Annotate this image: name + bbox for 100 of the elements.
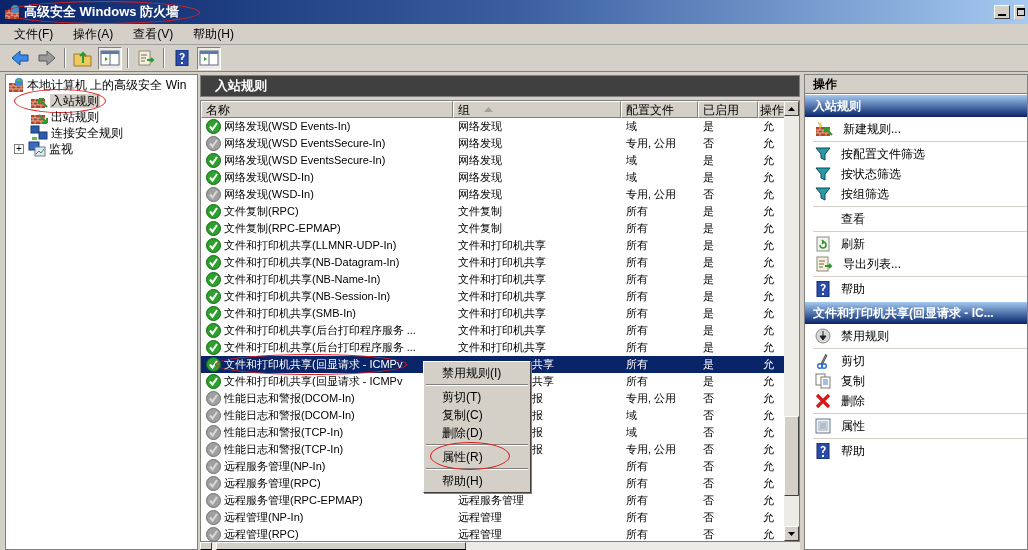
table-cell-text: 网络发现 <box>458 153 502 169</box>
table-cell-text: 所有 <box>626 374 648 390</box>
table-cell-text: 共享 <box>532 357 554 373</box>
table-cell-text: 允 <box>763 238 774 254</box>
table-cell-text: 文件复制(RPC-EPMAP) <box>224 221 341 237</box>
table-cell-text: 允 <box>763 323 774 339</box>
table-cell-text: 否 <box>703 476 714 492</box>
column-label: 已启用 <box>703 102 739 117</box>
table-cell-text: 所有 <box>626 272 648 288</box>
table-cell-text: 允 <box>763 289 774 305</box>
table-cell-text: 所有 <box>626 204 648 220</box>
table-cell-text: 专用, 公用 <box>626 136 677 152</box>
table-cell-text: 允 <box>763 221 774 237</box>
table-cell-text: 域 <box>626 425 637 441</box>
table-cell-text: 文件和打印机共享 <box>458 272 546 288</box>
table-cell-text: 网络发现(WSD-In) <box>224 187 314 203</box>
table-cell-text: 网络发现(WSD EventsSecure-In) <box>224 136 386 152</box>
table-cell-text: 域 <box>626 170 637 186</box>
table-cell-text: 允 <box>763 153 774 169</box>
table-cell-text: 是 <box>703 289 714 305</box>
table-cell-text: 所有 <box>626 255 648 271</box>
table-cell-text: 是 <box>703 238 714 254</box>
table-cell-text: 否 <box>703 459 714 475</box>
table-cell-text: 远程管理(NP-In) <box>224 510 304 526</box>
table-cell-text: 报 <box>532 391 543 407</box>
table-cell-text: 所有 <box>626 221 648 237</box>
table-cell-text: 允 <box>763 476 774 492</box>
table-cell-text: 是 <box>703 204 714 220</box>
table-cell-text: 文件和打印机共享(NB-Name-In) <box>224 272 381 288</box>
table-cell-text: 否 <box>703 510 714 526</box>
table-cell-text: 允 <box>763 340 774 356</box>
table-cell-text: 允 <box>763 187 774 203</box>
table-cell-text: 专用, 公用 <box>626 442 677 458</box>
table-cell-text: 文件和打印机共享(后台打印程序服务 ... <box>224 340 416 356</box>
table-cell-text: 所有 <box>626 459 648 475</box>
table-cell-text: 允 <box>763 306 774 322</box>
table-cell-text: 允 <box>763 391 774 407</box>
table-cell-text: 网络发现(WSD Events-In) <box>224 119 351 135</box>
table-cell-text: 远程服务管理(RPC) <box>224 476 321 492</box>
table-cell-text: 文件和打印机共享(NB-Datagram-In) <box>224 255 400 271</box>
table-cell-text: 允 <box>763 136 774 152</box>
table-cell-text: 允 <box>763 527 774 543</box>
table-cell-text: 远程管理 <box>458 510 502 526</box>
table-cell-text: 报 <box>532 425 543 441</box>
table-cell-text: 域 <box>626 153 637 169</box>
table-cell-text: 报 <box>532 408 543 424</box>
table-cell-text: 否 <box>703 391 714 407</box>
table-cell-text: 否 <box>703 425 714 441</box>
table-cell-text: 文件和打印机共享(回显请求 - ICMPv <box>224 374 403 390</box>
table-cell-text: 是 <box>703 153 714 169</box>
table-cell-text: 否 <box>703 136 714 152</box>
table-cell-text: 文件和打印机共享 <box>458 238 546 254</box>
table-cell-text: 网络发现 <box>458 136 502 152</box>
table-cell-text: 允 <box>763 425 774 441</box>
table-cell-text: 允 <box>763 493 774 509</box>
table-cell-text: 允 <box>763 119 774 135</box>
table-cell-text: 性能日志和警报(DCOM-In) <box>224 391 355 407</box>
table-cell-text: 所有 <box>626 476 648 492</box>
column-label: 配置文件 <box>626 102 674 117</box>
table-cell-text: 专用, 公用 <box>626 187 677 203</box>
table-cell-text: 所有 <box>626 306 648 322</box>
table-cell-text: 文件和打印机共享 <box>458 289 546 305</box>
table-cell-text: 文件和打印机共享(回显请求 - ICMPv <box>224 357 403 373</box>
panel-header: 入站规则 <box>200 75 800 97</box>
table-cell-text: 所有 <box>626 527 648 543</box>
table-cell-text: 文件复制 <box>458 204 502 220</box>
table-cell-text: 文件和打印机共享 <box>458 255 546 271</box>
table-cell-text: 是 <box>703 340 714 356</box>
table-cell-text: 网络发现 <box>458 187 502 203</box>
table-cell-text: 所有 <box>626 323 648 339</box>
table-cell-text: 是 <box>703 255 714 271</box>
table-cell-text: 文件和打印机共享(后台打印程序服务 ... <box>224 323 416 339</box>
table-cell-text: 所有 <box>626 493 648 509</box>
table-cell-text: 所有 <box>626 340 648 356</box>
table-cell-text: 所有 <box>626 357 648 373</box>
table-cell-text: 文件和打印机共享 <box>458 323 546 339</box>
table-cell-text: 域 <box>626 119 637 135</box>
table-cell-text: 允 <box>763 459 774 475</box>
table-cell-text: 是 <box>703 272 714 288</box>
table-cell-text: 网络发现(WSD-In) <box>224 170 314 186</box>
table-cell-text: 所有 <box>626 238 648 254</box>
table-cell-text: 否 <box>703 442 714 458</box>
table-cell-text: 所有 <box>626 289 648 305</box>
table-cell-text: 是 <box>703 170 714 186</box>
table-cell-text: 远程服务管理(NP-In) <box>224 459 326 475</box>
table-cell-text: 允 <box>763 357 774 373</box>
table-cell-text: 远程服务管理(RPC-EPMAP) <box>224 493 363 509</box>
table-cell-text: 允 <box>763 374 774 390</box>
table-cell-text: 文件和打印机共享 <box>458 306 546 322</box>
table-cell-text: 允 <box>763 510 774 526</box>
table-cell-text: 报 <box>532 442 543 458</box>
table-cell-text: 文件和打印机共享(LLMNR-UDP-In) <box>224 238 397 254</box>
table-cell-text: 文件复制(RPC) <box>224 204 299 220</box>
table-cell-text: 远程管理 <box>458 527 502 543</box>
table-cell-text: 允 <box>763 255 774 271</box>
table-cell-text: 否 <box>703 187 714 203</box>
table-cell-text: 远程管理(RPC) <box>224 527 299 543</box>
table-cell-text: 允 <box>763 204 774 220</box>
table-cell-text: 允 <box>763 170 774 186</box>
table-cell-text: 性能日志和警报(TCP-In) <box>224 425 344 441</box>
